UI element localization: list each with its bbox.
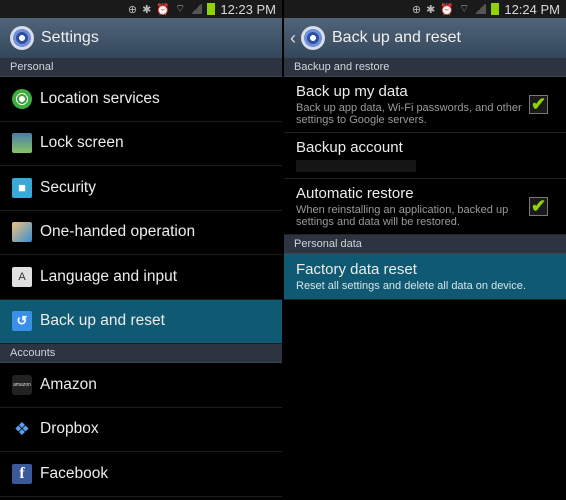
- action-bar: Settings: [0, 18, 282, 58]
- item-label: One-handed operation: [40, 223, 196, 241]
- item-label: Back up and reset: [40, 312, 165, 330]
- status-bar: ⊕ ✱ ⏰ ⌔ 12:24 PM: [284, 0, 566, 18]
- status-bar: ⊕ ✱ ⏰ ⌔ 12:23 PM: [0, 0, 282, 18]
- one-handed-icon: [12, 222, 32, 243]
- action-bar[interactable]: ‹ Back up and reset: [284, 18, 566, 58]
- section-header-personal-data: Personal data: [284, 235, 566, 254]
- item-subtitle: When reinstalling an application, backed…: [296, 203, 509, 229]
- item-subtitle: Reset all settings and delete all data o…: [296, 279, 526, 292]
- settings-item-lock-screen[interactable]: Lock screen: [0, 122, 282, 166]
- settings-screen: ⊕ ✱ ⏰ ⌔ 12:23 PM Settings Personal Locat…: [0, 0, 282, 500]
- signal-icon: [190, 4, 203, 14]
- page-title: Settings: [41, 29, 99, 46]
- item-label: Security: [40, 178, 96, 196]
- wifi-icon: ⌔: [459, 3, 470, 15]
- backup-reset-screen: ⊕ ✱ ⏰ ⌔ 12:24 PM ‹ Back up and reset Bac…: [284, 0, 566, 500]
- nfc-icon: ⊕: [127, 3, 138, 16]
- security-lock-icon: ■: [12, 177, 32, 198]
- item-label: Location services: [40, 89, 160, 107]
- item-title: Back up my data: [296, 82, 408, 100]
- clock: 12:23 PM: [220, 1, 276, 17]
- automatic-restore-item[interactable]: Automatic restore When reinstalling an a…: [284, 179, 566, 235]
- clock: 12:24 PM: [504, 1, 560, 17]
- item-title: Automatic restore: [296, 184, 414, 202]
- item-title: Backup account: [296, 139, 403, 156]
- back-chevron-icon[interactable]: ‹: [290, 28, 296, 49]
- backup-icon: ↺: [12, 311, 32, 332]
- location-icon: [12, 88, 32, 109]
- item-label: Facebook: [40, 464, 109, 482]
- account-item-amazon[interactable]: amazon Amazon: [0, 363, 282, 408]
- settings-item-back-up-and-reset[interactable]: ↺ Back up and reset: [0, 299, 282, 344]
- account-item-facebook[interactable]: f Facebook: [0, 452, 282, 497]
- item-label: Language and input: [40, 267, 178, 285]
- language-icon: A: [12, 266, 32, 287]
- backup-my-data-item[interactable]: Back up my data Back up app data, Wi-Fi …: [284, 77, 566, 133]
- item-label: Amazon: [40, 375, 97, 393]
- facebook-icon: f: [12, 463, 32, 484]
- item-label: Lock screen: [40, 134, 124, 152]
- item-title: Factory data reset: [296, 260, 417, 278]
- bluetooth-icon: ✱: [142, 3, 152, 16]
- account-item-dropbox[interactable]: ❖ Dropbox: [0, 408, 282, 452]
- page-title: Back up and reset: [332, 29, 461, 46]
- factory-data-reset-item[interactable]: Factory data reset Reset all settings an…: [284, 254, 566, 300]
- settings-item-security[interactable]: ■ Security: [0, 166, 282, 211]
- alarm-icon: ⏰: [156, 3, 170, 16]
- section-header-backup-and-restore: Backup and restore: [284, 58, 566, 77]
- bluetooth-icon: ✱: [426, 3, 436, 16]
- section-header-personal: Personal: [0, 58, 282, 77]
- backup-account-item[interactable]: Backup account: [284, 133, 566, 179]
- settings-gear-icon: [10, 26, 34, 50]
- wifi-icon: ⌔: [175, 3, 186, 15]
- item-label: Dropbox: [40, 420, 99, 438]
- settings-item-location-services[interactable]: Location services: [0, 77, 282, 122]
- section-header-accounts: Accounts: [0, 344, 282, 363]
- backup-my-data-checkbox[interactable]: ✔: [529, 95, 548, 114]
- item-subtitle: Back up app data, Wi-Fi passwords, and o…: [296, 101, 522, 127]
- alarm-icon: ⏰: [440, 3, 454, 16]
- battery-icon: [491, 3, 500, 15]
- settings-item-one-handed-operation[interactable]: One-handed operation: [0, 211, 282, 255]
- automatic-restore-checkbox[interactable]: ✔: [529, 197, 548, 216]
- battery-icon: [207, 3, 216, 15]
- amazon-icon: amazon: [12, 374, 32, 395]
- nfc-icon: ⊕: [411, 3, 422, 16]
- redacted-account: [296, 160, 416, 172]
- settings-gear-icon: [301, 26, 325, 50]
- dropbox-icon: ❖: [13, 418, 31, 439]
- lock-screen-icon: [12, 133, 32, 154]
- settings-item-language-and-input[interactable]: A Language and input: [0, 255, 282, 300]
- signal-icon: [474, 4, 487, 14]
